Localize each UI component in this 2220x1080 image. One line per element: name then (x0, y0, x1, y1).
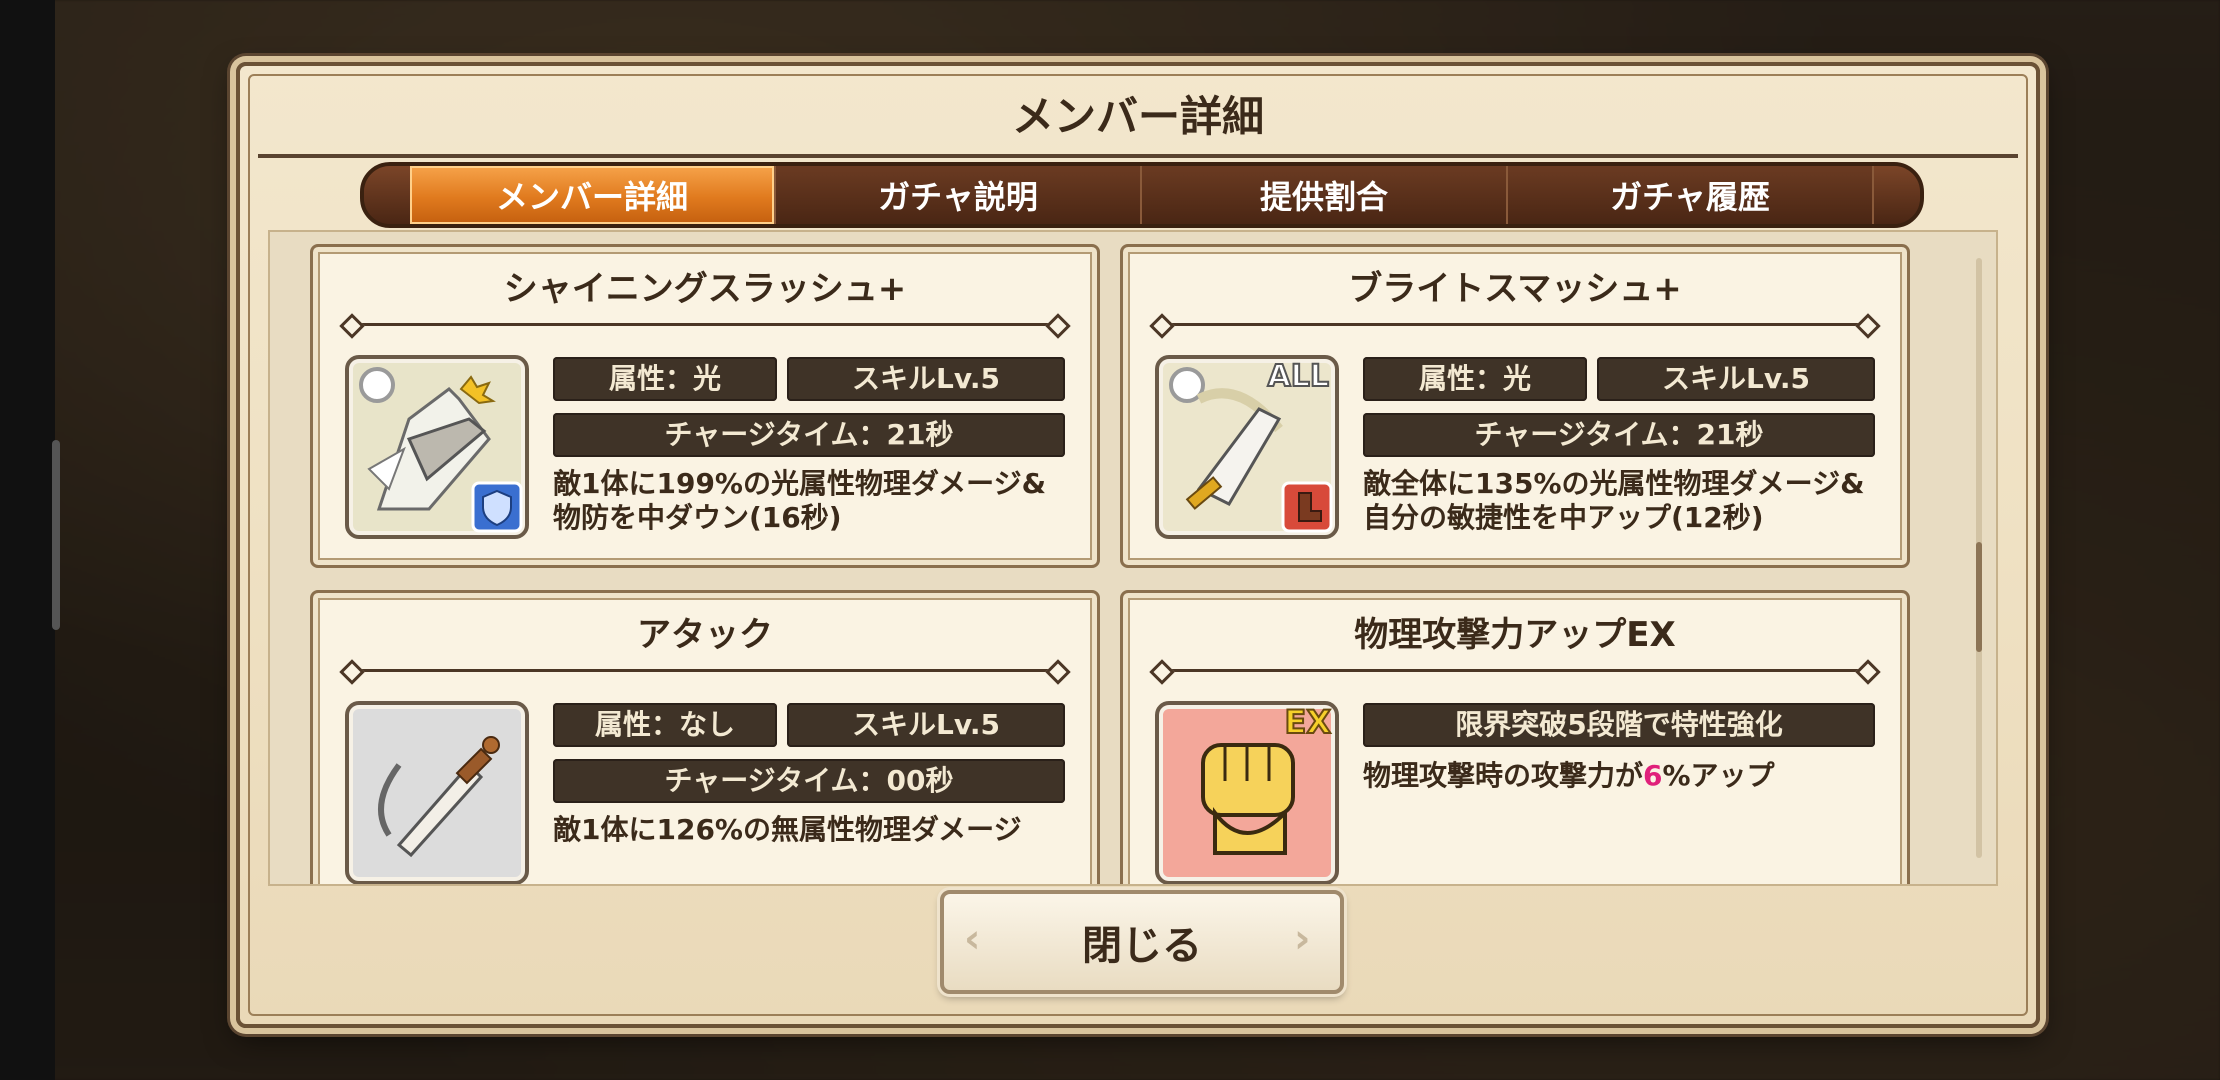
tab-bar-left-cap (364, 166, 410, 224)
skill-list-panel[interactable]: シャイニングスラッシュ+ 属性：光 スキルLv.5 チャージタイム：21秒 敵1… (268, 230, 1998, 886)
skill-level-pill: スキルLv.5 (1597, 357, 1875, 401)
sword-slash-icon (345, 355, 529, 539)
skill-title: アタック (637, 615, 773, 655)
sword-smash-icon: ALL (1155, 355, 1339, 539)
charge-time-pill: チャージタイム：21秒 (1363, 413, 1875, 457)
dialog-title: メンバー詳細 (1011, 92, 1264, 141)
charge-time-pill: チャージタイム：00秒 (553, 759, 1065, 803)
skill-card: アタック 属性：なし スキルLv.5 チャージタイム：00秒 敵1体に126%の… (310, 590, 1100, 884)
all-target-badge: ALL (1267, 359, 1330, 395)
charge-time-pill: チャージタイム：21秒 (553, 413, 1065, 457)
skill-description: 敵全体に135%の光属性物理ダメージ&自分の敏捷性を中アップ(12秒) (1363, 467, 1865, 534)
divider-diamond-left (1149, 659, 1175, 685)
skill-card: シャイニングスラッシュ+ 属性：光 スキルLv.5 チャージタイム：21秒 敵1… (310, 244, 1100, 568)
skill-level-pill: スキルLv.5 (787, 357, 1065, 401)
close-button[interactable]: ‹ 閉じる › (940, 890, 1344, 994)
skill-title: ブライトスマッシュ+ (1348, 269, 1682, 309)
attribute-pill: 属性：光 (553, 357, 777, 401)
member-detail-dialog: メンバー詳細 メンバー詳細 ガチャ説明 提供割合 ガチャ履歴 シャイニングスラッ… (236, 62, 2040, 1028)
limit-break-condition-pill: 限界突破5段階で特性強化 (1363, 703, 1875, 747)
tab-gacha-description[interactable]: ガチャ説明 (776, 166, 1142, 224)
tab-drop-rates[interactable]: 提供割合 (1142, 166, 1508, 224)
sword-attack-icon (345, 701, 529, 884)
card-divider (1161, 323, 1869, 326)
trait-description-value: 6 (1643, 759, 1663, 792)
tab-gacha-history[interactable]: ガチャ履歴 (1508, 166, 1874, 224)
side-handle[interactable] (52, 440, 60, 630)
divider-diamond-left (1149, 313, 1175, 339)
trait-description-post: %アップ (1662, 759, 1775, 792)
left-screen-edge (0, 0, 55, 1080)
trait-card: 物理攻撃力アップEX EX 限界突破5段階で特性強化 物理攻撃時の攻撃力が6%ア… (1120, 590, 1910, 884)
attribute-pill: 属性：なし (553, 703, 777, 747)
skill-level-pill: スキルLv.5 (787, 703, 1065, 747)
trait-title: 物理攻撃力アップEX (1354, 615, 1676, 655)
divider-diamond-right (1045, 313, 1071, 339)
skill-title: シャイニングスラッシュ+ (503, 269, 907, 309)
trait-description-pre: 物理攻撃時の攻撃力が (1363, 759, 1644, 792)
divider-diamond-right (1045, 659, 1071, 685)
skill-description: 敵1体に126%の無属性物理ダメージ (553, 813, 1022, 846)
trait-description: 物理攻撃時の攻撃力が6%アップ (1363, 759, 1883, 793)
card-divider (351, 323, 1059, 326)
ex-badge: EX (1283, 703, 1332, 742)
title-divider (258, 154, 2018, 158)
fist-icon: EX (1155, 701, 1339, 884)
attribute-pill: 属性：光 (1363, 357, 1587, 401)
skill-description: 敵1体に199%の光属性物理ダメージ&物防を中ダウン(16秒) (553, 467, 1047, 534)
card-divider (351, 669, 1059, 672)
tab-bar: メンバー詳細 ガチャ説明 提供割合 ガチャ履歴 (360, 162, 1924, 228)
divider-diamond-right (1855, 313, 1881, 339)
scrollbar-thumb[interactable] (1976, 542, 1982, 652)
divider-diamond-left (339, 313, 365, 339)
chevron-left-icon: ‹ (964, 916, 981, 962)
divider-diamond-left (339, 659, 365, 685)
chevron-right-icon: › (1294, 916, 1311, 962)
close-button-label: 閉じる (1082, 923, 1202, 969)
skill-card: ブライトスマッシュ+ ALL 属性：光 スキルLv.5 チャージタイム：21秒 … (1120, 244, 1910, 568)
card-divider (1161, 669, 1869, 672)
tab-bar-right-cap (1874, 166, 1920, 224)
tab-member-detail[interactable]: メンバー詳細 (410, 166, 776, 224)
divider-diamond-right (1855, 659, 1881, 685)
